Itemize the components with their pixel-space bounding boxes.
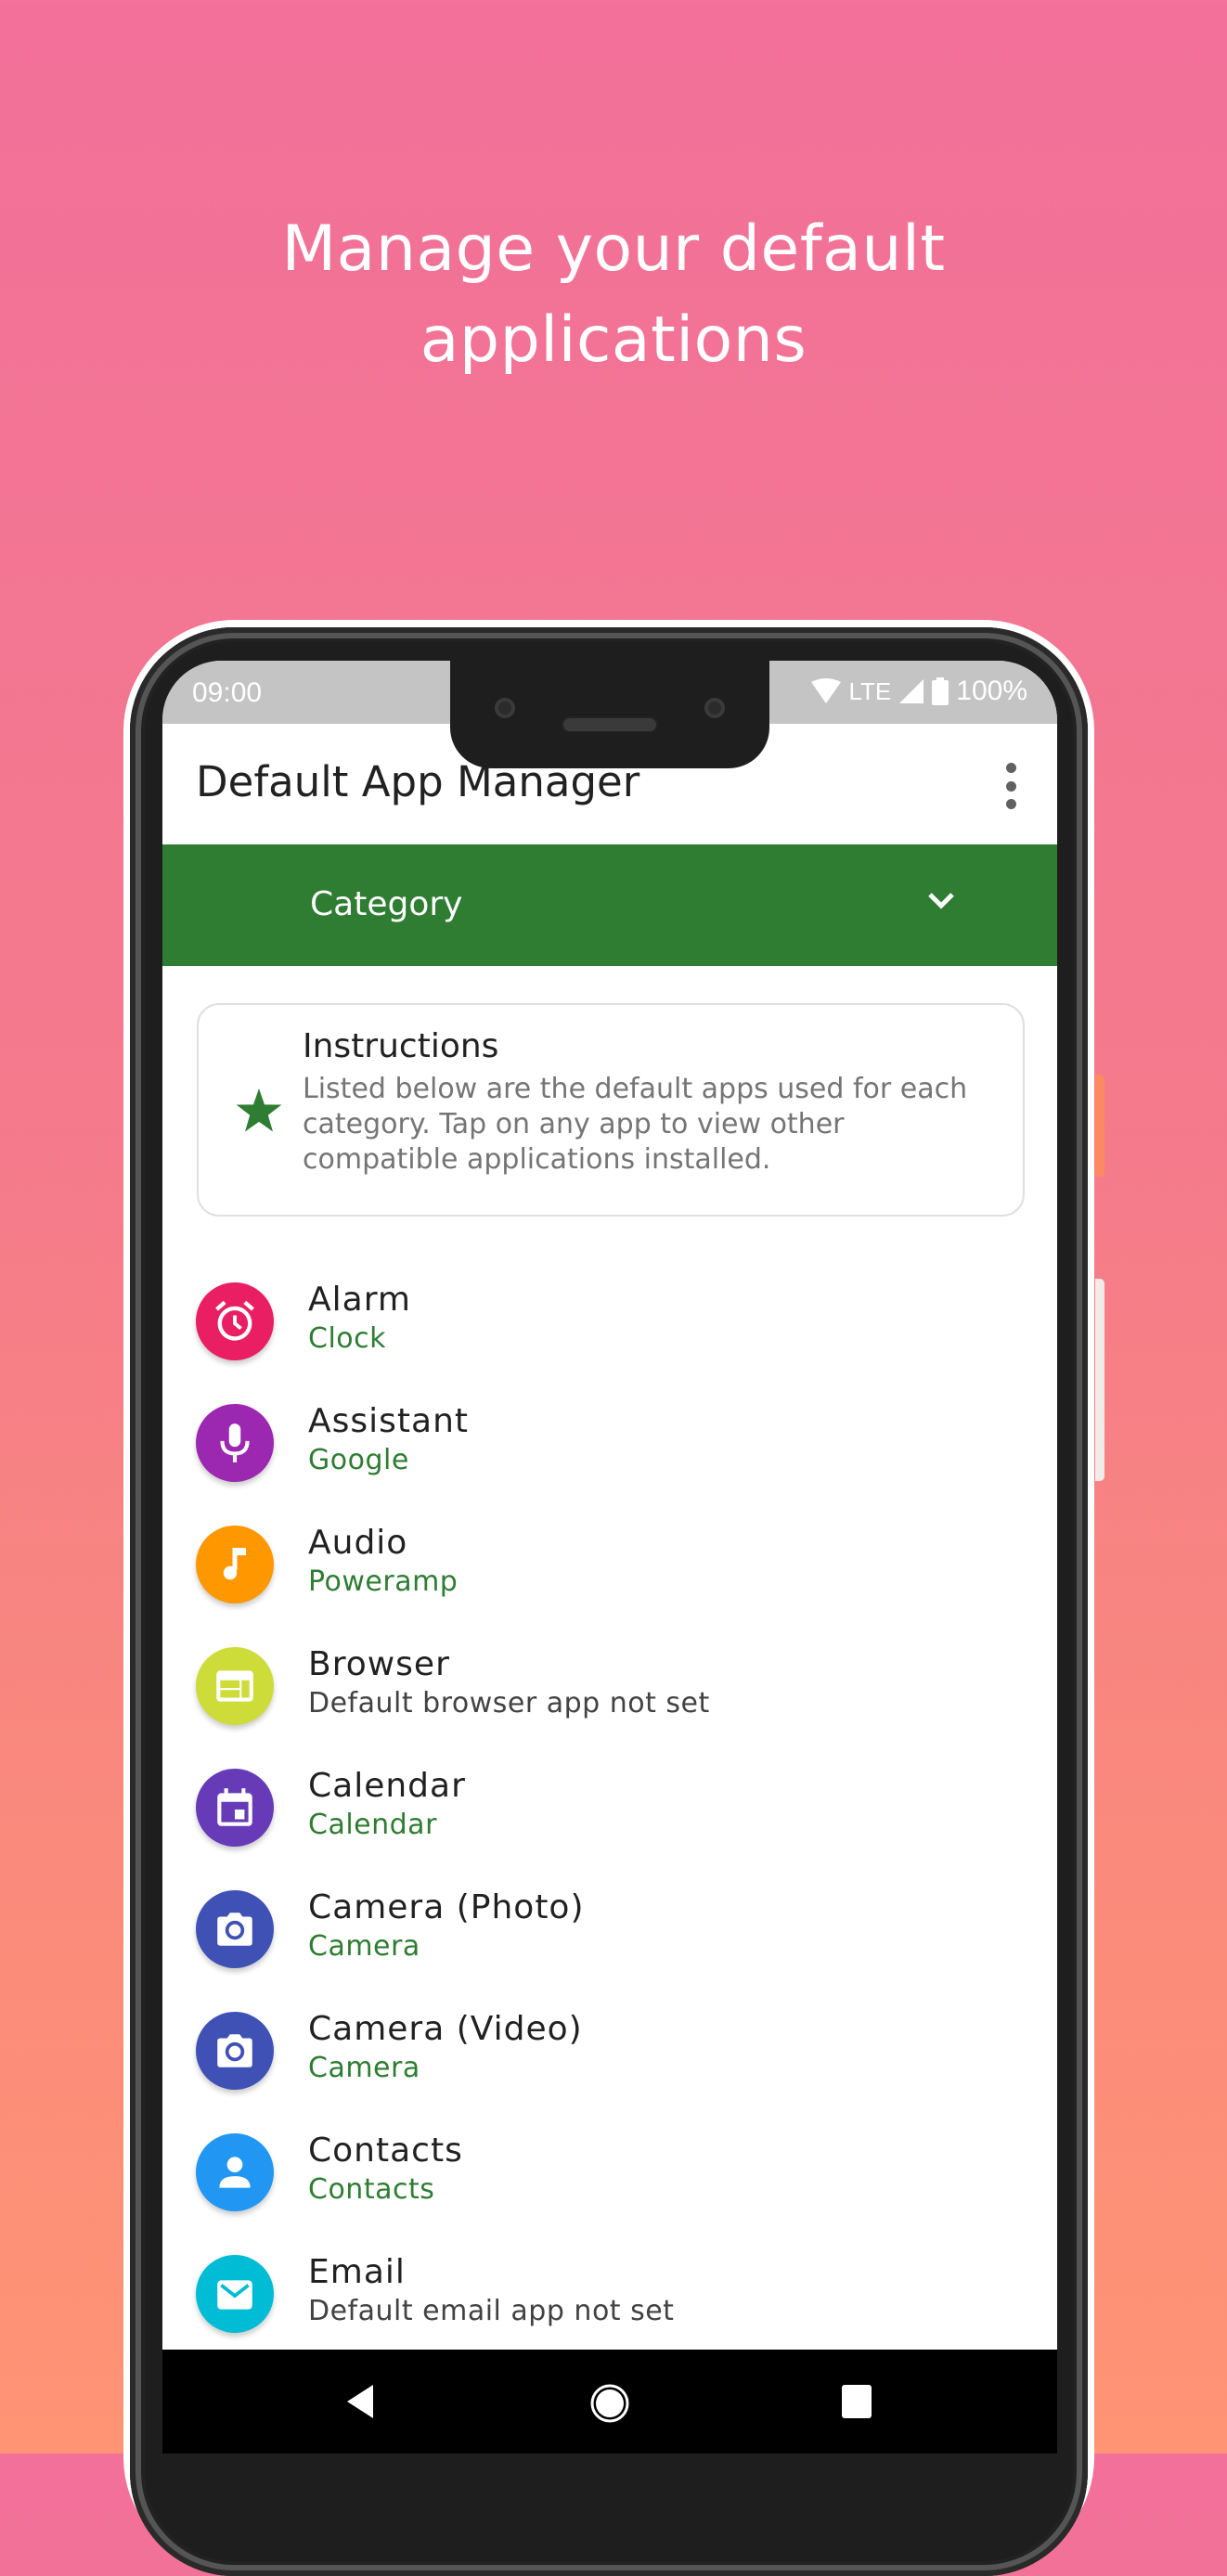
list-item-email[interactable]: Email Default email app not set [162,2236,1057,2358]
list-item-alarm[interactable]: Alarm Clock [162,1264,1057,1385]
instructions-title: Instructions [303,1027,499,1065]
category-label: Category [310,885,463,923]
status-time: 09:00 [192,677,263,708]
list-item-title: Email [308,2253,406,2291]
back-icon[interactable] [343,2383,377,2420]
list-item-title: Assistant [308,1402,470,1440]
list-item-title: Camera (Video) [308,2010,583,2048]
front-camera-icon [495,698,515,718]
chevron-down-icon [928,893,954,909]
list-item-browser[interactable]: Browser Default browser app not set [162,1629,1057,1750]
instructions-body: Listed below are the default apps used f… [303,1073,968,1176]
list-item-title: Alarm [308,1281,411,1319]
headline-line-1: Manage your default [281,213,946,286]
camera-notch [450,661,769,768]
list-item-audio[interactable]: Audio Poweramp [162,1507,1057,1629]
promo-headline: Manage your default applications [0,204,1227,386]
list-item-default-app: Camera [308,2052,420,2084]
list-item-default-app: Clock [308,1322,387,1355]
list-item-default-app: Default browser app not set [308,1687,710,1719]
list-item-title: Camera (Photo) [308,1888,585,1926]
battery-level: 100% [956,676,1027,706]
web-icon [196,1647,274,1725]
phone-screen: 09:00 LTE 100% Default App Manager Categ… [162,661,1057,2454]
more-vert-icon[interactable] [1001,763,1020,809]
list-item-assistant[interactable]: Assistant Google [162,1385,1057,1507]
list-item-default-app: Default email app not set [308,2295,675,2327]
list-item-title: Browser [308,1645,450,1683]
system-nav-bar [162,2350,1057,2454]
camera-icon [196,1890,274,1968]
list-item-default-app: Calendar [308,1809,437,1841]
person-icon [196,2133,274,2211]
list-item-default-app: Google [308,1444,409,1476]
phone-volume-button [1095,1279,1104,1481]
calendar-icon [196,1769,274,1847]
list-item-title: Calendar [308,1767,466,1805]
category-dropdown[interactable]: Category [162,844,1057,966]
status-icons: LTE 100% [810,676,1027,707]
list-item-title: Contacts [308,2132,463,2170]
list-item-calendar[interactable]: Calendar Calendar [162,1750,1057,1872]
headline-line-2: applications [420,303,807,377]
list-item-default-app: Poweramp [308,1565,459,1598]
camera-icon [196,2012,274,2090]
phone-power-button [1095,1075,1104,1177]
front-camera-icon [704,698,725,718]
list-item-default-app: Camera [308,1930,420,1963]
email-icon [196,2255,274,2333]
list-item-camera-photo[interactable]: Camera (Photo) Camera [162,1872,1057,1993]
mic-icon [196,1404,274,1482]
earpiece-speaker [562,716,658,733]
home-icon[interactable] [589,2383,630,2424]
list-item-contacts[interactable]: Contacts Contacts [162,2115,1057,2236]
battery-icon [932,677,949,705]
list-item-camera-video[interactable]: Camera (Video) Camera [162,1993,1057,2115]
star-icon [236,1088,282,1132]
list-item-title: Audio [308,1524,408,1562]
recents-icon[interactable] [840,2383,873,2420]
instructions-card: Instructions Listed below are the defaul… [197,1003,1025,1217]
music-note-icon [196,1526,274,1604]
network-type: LTE [848,676,892,705]
list-item-default-app: Contacts [308,2173,435,2206]
alarm-icon [196,1282,274,1360]
signal-icon [899,679,924,703]
wifi-icon [810,678,841,703]
